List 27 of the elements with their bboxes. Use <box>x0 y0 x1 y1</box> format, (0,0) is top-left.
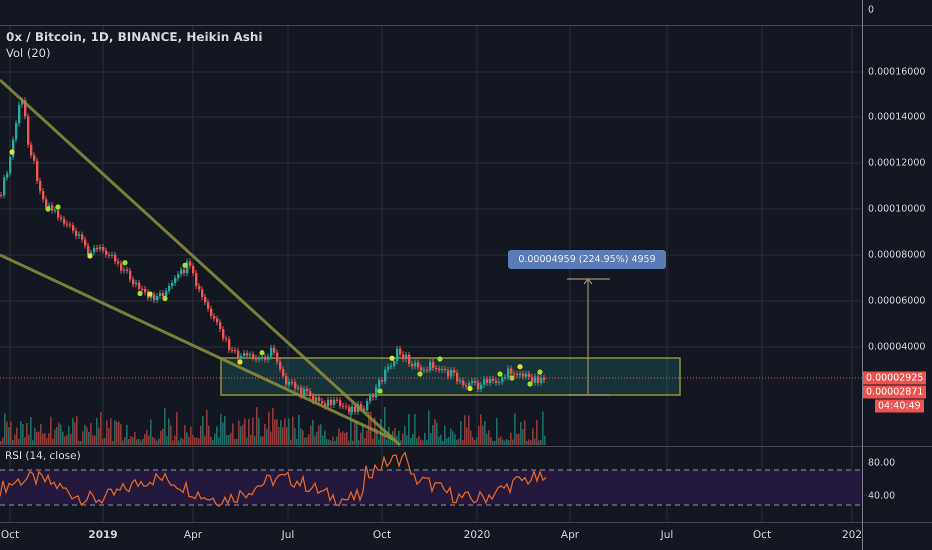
price-axis-label: 0.00014000 <box>868 112 926 122</box>
volume-legend: Vol (20) <box>6 46 263 60</box>
time-axis-label: Apr <box>560 529 580 541</box>
price-axis-label: 0.00004000 <box>868 342 926 352</box>
time-axis-label: Oct <box>372 529 392 541</box>
time-axis-label: 202 <box>842 529 862 541</box>
price-axis-label: 0.00008000 <box>868 250 926 260</box>
time-axis-label: Oct <box>752 529 772 541</box>
time-axis-label: Jul <box>660 529 674 541</box>
price-tag: 0.00002871 <box>863 386 926 398</box>
price-tag: 0.00002925 <box>863 372 926 384</box>
time-axis-label: Apr <box>184 529 202 541</box>
price-axis-label: 0.00016000 <box>868 66 926 78</box>
chart-title: 0x / Bitcoin, 1D, BINANCE, Heikin Ashi <box>6 30 263 44</box>
price-axis-label: 0.00006000 <box>868 296 926 306</box>
time-axis-label: Jul <box>282 529 294 541</box>
rsi-legend: RSI (14, close) <box>5 450 81 462</box>
time-axis-label: Oct <box>0 529 20 541</box>
time-axis-label: 2019 <box>88 529 118 541</box>
time-axis-label: 2020 <box>464 529 490 541</box>
price-axis-label: 0 <box>868 4 874 16</box>
price-axis-label: 0.00012000 <box>868 158 926 168</box>
countdown-tag: 04:40:49 <box>875 400 924 412</box>
price-axis-label: 0.00010000 <box>868 204 926 214</box>
rsi-axis-label: 80.00 <box>868 458 896 468</box>
measure-label: 0.00004959 (224.95%) 4959 <box>508 250 666 269</box>
rsi-axis-label: 40.00 <box>868 490 896 502</box>
